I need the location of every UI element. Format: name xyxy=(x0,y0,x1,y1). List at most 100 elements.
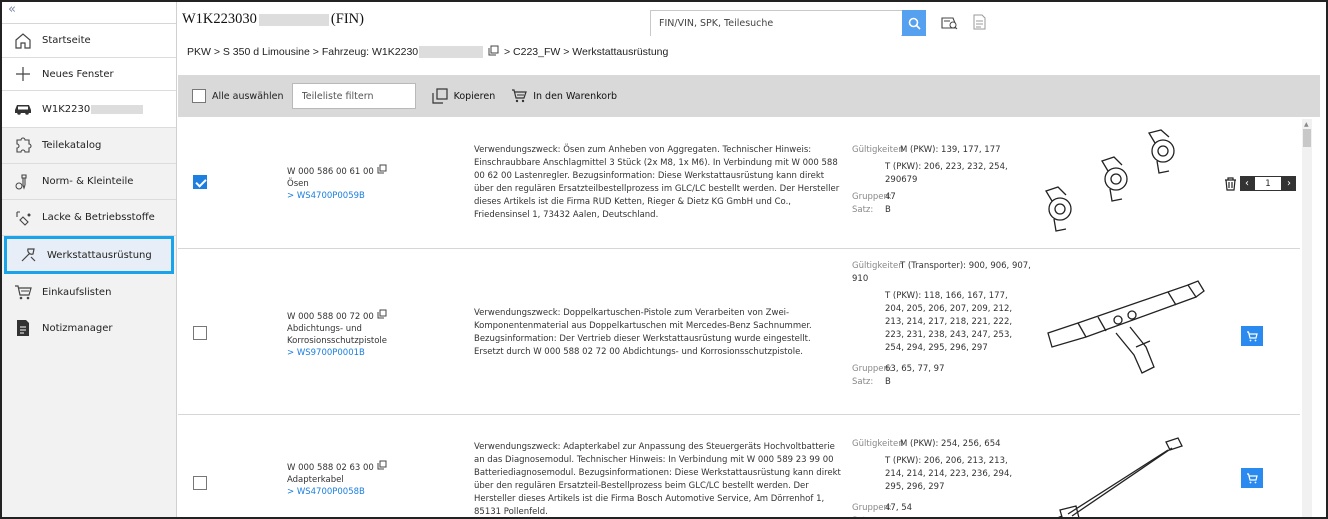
part-number: W 000 588 02 63 00 xyxy=(287,463,374,473)
part-link[interactable]: > WS4700P0058B xyxy=(287,486,437,498)
redacted-vin xyxy=(419,46,484,59)
sidebar-item-label: Werkstattausrüstung xyxy=(47,249,152,261)
groups-label: Gruppen: xyxy=(852,503,892,513)
cart-icon xyxy=(1247,330,1258,341)
sidebar-item-label: Startseite xyxy=(42,35,91,46)
cart-icon xyxy=(1247,472,1258,483)
filter-input[interactable] xyxy=(291,83,416,109)
table-row: W 000 586 00 61 00 Ösen > WS4700P0059B V… xyxy=(178,119,1300,249)
decrement-button[interactable]: ‹ xyxy=(1240,176,1254,191)
validity-label: Gültigkeiten xyxy=(852,145,904,155)
sidebar-item-label: W1K2230 xyxy=(42,103,91,115)
validity-t: T (PKW): 206, 223, 232, 254, 290679 xyxy=(885,162,1008,185)
search-box xyxy=(650,10,926,36)
sidebar: « Startseite Neues Fenster W1K2230 Teile… xyxy=(2,2,177,517)
copy-icon[interactable] xyxy=(377,460,387,470)
add-to-cart-button[interactable]: In den Warenkorb xyxy=(511,89,617,103)
sidebar-item-lacke[interactable]: Lacke & Betriebsstoffe xyxy=(2,200,176,236)
sidebar-item-werkstattausruestung[interactable]: Werkstattausrüstung xyxy=(4,236,174,274)
part-image[interactable] xyxy=(1038,275,1208,388)
groups-label: Gruppen: xyxy=(852,192,892,202)
row-checkbox[interactable] xyxy=(193,326,207,340)
scrollbar-thumb[interactable] xyxy=(1303,129,1311,147)
validity-m: M (PKW): 139, 177, 177 xyxy=(900,145,1001,155)
part-info: W 000 588 02 63 00 Adapterkabel > WS4700… xyxy=(287,460,437,498)
breadcrumb-path[interactable]: PKW > S 350 d Limousine > Fahrzeug: W1K2… xyxy=(187,46,418,58)
sidebar-item-notizmanager[interactable]: Notizmanager xyxy=(2,310,176,346)
scrollbar[interactable]: ▲ xyxy=(1302,119,1312,517)
set-label: Satz: xyxy=(852,205,874,215)
redacted-vin xyxy=(258,13,329,26)
copy-icon[interactable] xyxy=(377,164,387,174)
set-label: Satz: xyxy=(852,515,885,517)
part-number: W 000 586 00 61 00 xyxy=(287,167,374,177)
sidebar-item-label: Teilekatalog xyxy=(42,140,102,151)
sidebar-item-norm-kleinteile[interactable]: Norm- & Kleinteile xyxy=(2,164,176,200)
set-label: Satz: xyxy=(852,377,874,387)
set-value: B xyxy=(885,205,891,215)
breadcrumb-tail[interactable]: > C223_FW > Werkstattausrüstung xyxy=(504,46,668,58)
cart-icon xyxy=(512,89,528,103)
vehicle-search-icon[interactable] xyxy=(941,14,959,34)
header: W1K223030 (FIN) xyxy=(178,2,1326,42)
puzzle-icon xyxy=(12,136,34,155)
sidebar-item-label: Neues Fenster xyxy=(42,68,114,80)
sidebar-item-einkaufslisten[interactable]: Einkaufslisten xyxy=(2,274,176,310)
document-icon[interactable] xyxy=(973,14,987,34)
table-row: W 000 588 00 72 00 Abdichtungs- und Korr… xyxy=(178,250,1300,415)
part-number: W 000 588 00 72 00 xyxy=(287,312,374,322)
notes-icon xyxy=(12,319,34,337)
copy-icon[interactable] xyxy=(488,45,499,56)
part-image[interactable] xyxy=(1038,436,1188,517)
sidebar-item-neues-fenster[interactable]: Neues Fenster xyxy=(2,58,176,91)
part-link[interactable]: > WS4700P0059B xyxy=(287,190,437,202)
groups-value: 63, 65, 77, 97 xyxy=(885,364,945,374)
validity-t: T (PKW): 206, 206, 213, 213, 214, 214, 2… xyxy=(885,456,1013,492)
part-name: Ösen xyxy=(287,179,309,189)
sidebar-item-label: Lacke & Betriebsstoffe xyxy=(42,212,155,223)
add-to-cart-button[interactable] xyxy=(1241,468,1263,488)
add-to-cart-label: In den Warenkorb xyxy=(533,90,618,102)
row-checkbox[interactable] xyxy=(193,175,207,189)
search-icon xyxy=(908,17,921,30)
part-name: Abdichtungs- und Korrosionsschutzpistole xyxy=(287,324,387,346)
vin-prefix: W1K223030 xyxy=(182,11,257,27)
row-checkbox[interactable] xyxy=(193,476,207,490)
quantity-pager: ‹ 1 › xyxy=(1224,176,1296,191)
quantity-value[interactable]: 1 xyxy=(1254,176,1282,191)
sidebar-item-label: Norm- & Kleinteile xyxy=(42,176,134,187)
part-link[interactable]: > WS9700P0001B xyxy=(287,347,437,359)
collapse-sidebar-button[interactable]: « xyxy=(2,2,176,24)
groups-value: 47 xyxy=(885,192,896,202)
search-button[interactable] xyxy=(902,10,926,36)
sidebar-item-startseite[interactable]: Startseite xyxy=(2,24,176,58)
part-description: Verwendungszweck: Doppelkartuschen-Pisto… xyxy=(474,308,812,357)
select-all-label: Alle auswählen xyxy=(212,90,284,102)
validity: GültigkeitenM (PKW): 139, 177, 177 T (PK… xyxy=(852,144,1042,217)
sidebar-item-teilekatalog[interactable]: Teilekatalog xyxy=(2,128,176,164)
add-to-cart-button[interactable] xyxy=(1241,326,1263,346)
increment-button[interactable]: › xyxy=(1282,176,1296,191)
tools-icon xyxy=(17,246,39,264)
copy-button[interactable]: Kopieren xyxy=(431,88,496,104)
trash-icon[interactable] xyxy=(1224,176,1237,191)
search-input[interactable] xyxy=(651,11,901,36)
validity-t: T (PKW): 118, 166, 167, 177, 204, 205, 2… xyxy=(885,291,1013,353)
scroll-up-icon[interactable]: ▲ xyxy=(1304,121,1309,128)
validity-label: Gültigkeiten xyxy=(852,439,904,449)
cart-icon xyxy=(12,284,34,300)
validity: GültigkeitenT (Transporter): 900, 906, 9… xyxy=(852,260,1042,389)
vin-suffix: (FIN) xyxy=(330,11,364,27)
sidebar-item-label: Einkaufslisten xyxy=(42,286,112,298)
copy-icon xyxy=(431,88,448,104)
sidebar-item-vehicle[interactable]: W1K2230 xyxy=(2,91,176,128)
copy-icon[interactable] xyxy=(377,309,387,319)
validity-label: Gültigkeiten xyxy=(852,261,904,271)
copy-label: Kopieren xyxy=(453,90,496,102)
redacted-vin xyxy=(91,104,144,114)
plus-icon xyxy=(12,66,34,82)
select-all-checkbox[interactable] xyxy=(192,89,206,103)
part-image[interactable] xyxy=(1038,129,1188,242)
validity-m: M (PKW): 254, 256, 654 xyxy=(900,439,1001,449)
car-icon xyxy=(12,103,34,115)
